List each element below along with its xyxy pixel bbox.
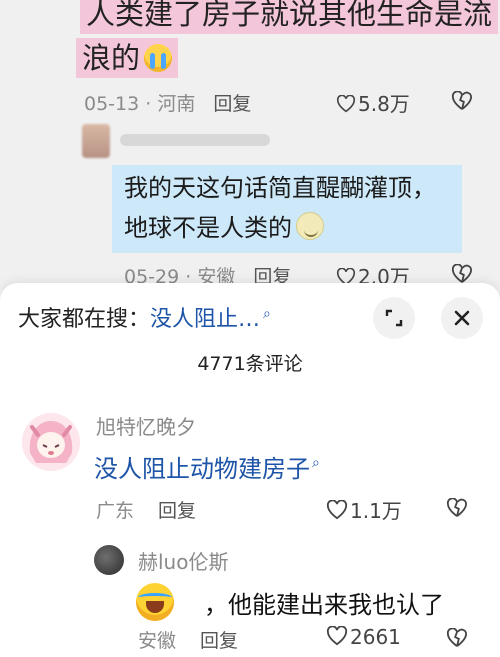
background-reply-text: 我的天这句话简直醍醐灌顶， 地球不是人类的 [124,174,436,242]
reply-text[interactable]: ，他能建出来我也认了 [204,585,444,620]
reply-meta: 安徽 回复 [138,626,238,653]
comment-text[interactable]: 没人阻止动物建房子 ⌕ [94,449,320,484]
blurred-username [120,134,270,146]
background-comment-view: 人类建了房子就说其他生命是流 浪的 05-13 · 河南 回复 5.8万 我的天这… [0,0,500,290]
heart-icon [326,626,348,646]
reply-button[interactable]: 回复 [213,93,251,115]
broken-heart-icon[interactable] [446,628,468,648]
trending-search-query[interactable]: 没人阻止… [150,307,260,332]
like-button[interactable]: 5.8万 [336,88,410,117]
comment-username[interactable]: 旭特忆晚夕 [96,411,196,440]
like-count: 2661 [350,625,401,649]
background-comment-meta: 05-13 · 河南 回复 [84,93,252,115]
heart-icon [326,500,348,520]
comments-sheet: 大家都在搜：没人阻止… ⌕ 4771条评论 旭特忆晚夕 没人阻止动物建房子 ⌕ 广东… [0,283,500,657]
comment-location: 河南 [157,93,196,115]
like-count: 5.8万 [358,92,410,116]
trending-search[interactable]: 大家都在搜：没人阻止… ⌕ [18,301,271,333]
avatar[interactable] [82,124,110,158]
broken-heart-icon[interactable] [446,498,468,518]
search-icon: ⌕ [263,306,271,322]
comment-date: 05-13 [84,93,140,115]
comment-location: 广东 [96,500,135,522]
background-comment-text-line2: 浪的 [76,38,179,78]
close-button[interactable] [441,297,483,339]
avatar[interactable] [22,413,80,471]
laughing-crying-emoji [136,583,174,621]
embarrassed-emoji [296,212,324,240]
broken-heart-icon[interactable] [451,91,473,111]
background-comment-text-line1: 人类建了房子就说其他生命是流 [80,0,499,34]
collapse-button[interactable] [373,297,415,339]
comment-meta: 广东 回复 [96,496,196,523]
avatar[interactable] [94,545,124,575]
like-button[interactable]: 1.1万 [326,495,402,524]
anime-avatar-icon [22,413,80,471]
like-count: 1.1万 [350,499,402,523]
broken-heart-icon[interactable] [451,264,473,284]
search-icon: ⌕ [312,455,320,471]
close-icon [454,310,470,326]
collapse-icon [385,309,403,327]
reply-button[interactable]: 回复 [158,500,196,522]
reply-button[interactable]: 回复 [200,630,238,652]
reply-location: 安徽 [138,630,177,652]
heart-icon [336,95,356,113]
trending-search-prefix: 大家都在搜： [18,307,151,332]
comment-count: 4771条评论 [197,353,303,375]
reply-username[interactable]: 赫luo伦斯 [138,546,228,575]
crying-emoji [144,44,173,72]
like-button[interactable]: 2661 [326,625,401,649]
